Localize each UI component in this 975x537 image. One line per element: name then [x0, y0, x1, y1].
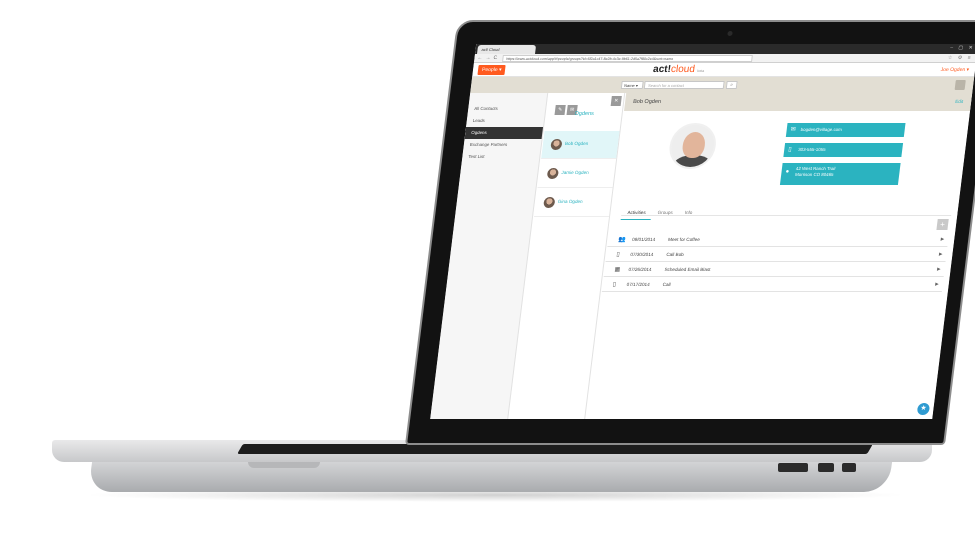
contact-name: Bob Ogden: [564, 141, 589, 146]
detail-header: ✕ Bob Ogden Edit: [610, 93, 973, 111]
address-bar: ← → C https://www.actcloud.com/app/#/peo…: [473, 54, 975, 63]
search-bar: Name ▾ Search for a contact ⌕: [470, 77, 975, 93]
user-menu[interactable]: Joe Ogden ▾: [940, 67, 969, 73]
laptop-notch: [248, 462, 320, 468]
address-card[interactable]: ● 42 West Ranch Trail Morrison CO 80465: [779, 163, 901, 185]
brand-beta: beta: [697, 69, 705, 73]
sidebar-item-ogdens[interactable]: Ogdens: [464, 127, 544, 139]
laptop-base-bottom: [87, 462, 893, 492]
table-row[interactable]: ▯ 07/30/2014 Call Bob ▸: [605, 248, 948, 262]
screen-bezel: act! Cloud – ▢ ✕ ← → C https://www.actcl…: [405, 20, 975, 445]
window-controls[interactable]: – ▢ ✕: [950, 45, 975, 51]
tab-info[interactable]: Info: [678, 206, 699, 219]
phone-icon: ▯: [615, 252, 621, 258]
sidebar-item-leads[interactable]: Leads: [466, 115, 544, 127]
address-line-2: Morrison CO 80465: [794, 172, 834, 177]
usb-port: [842, 463, 856, 472]
forward-arrow-icon[interactable]: →: [485, 55, 491, 61]
edit-button[interactable]: Edit: [955, 99, 964, 104]
email-card[interactable]: ✉ bogden@village.com: [785, 123, 906, 137]
activity-date: 07/17/2014: [626, 282, 651, 287]
tab-groups[interactable]: Groups: [651, 206, 680, 219]
people-menu-button[interactable]: People ▾: [477, 65, 507, 75]
tabs-divider: [621, 215, 952, 216]
sidebar-item-test-list[interactable]: Test List: [462, 151, 540, 163]
browser-tab[interactable]: act! Cloud: [477, 45, 537, 54]
contact-name: Jamie Ogden: [561, 170, 590, 175]
browser-toolbar-icons[interactable]: ☆ ⚙ ≡: [947, 55, 972, 61]
avatar: [543, 197, 556, 208]
email-value: bogden@village.com: [800, 127, 843, 132]
laptop-lid: act! Cloud – ▢ ✕ ← → C https://www.actcl…: [405, 20, 975, 445]
contact-detail-name: Bob Ogden: [632, 99, 662, 105]
sidebar-item-all-contacts[interactable]: All Contacts: [468, 103, 546, 115]
hdmi-port: [818, 463, 834, 472]
activity-title: Call: [662, 282, 671, 287]
screen: act! Cloud – ▢ ✕ ← → C https://www.actcl…: [430, 44, 975, 419]
brand-main: act!: [652, 64, 672, 75]
activity-title: Call Bob: [666, 252, 685, 257]
delete-icon[interactable]: ✕: [610, 96, 622, 106]
phone-icon: ▯: [787, 147, 792, 153]
activity-date: 07/26/2014: [628, 267, 652, 272]
activity-date: 08/01/2014: [631, 237, 656, 242]
avatar-head: [681, 132, 707, 158]
email-icon: ✉: [790, 127, 797, 133]
chevron-right-icon: ▸: [938, 251, 943, 258]
sidebar-item-exchange-partners[interactable]: Exchange Partners: [463, 139, 541, 151]
table-row[interactable]: ▦ 07/26/2014 Scheduled Email Blast ▸: [603, 263, 946, 277]
activity-title: Meet for Coffee: [667, 237, 701, 242]
sd-card-port: [778, 463, 808, 472]
laptop: act! Cloud – ▢ ✕ ← → C https://www.actcl…: [0, 0, 975, 537]
reload-icon[interactable]: C: [493, 55, 497, 61]
keyboard-edge: [237, 444, 873, 454]
calendar-icon: ▦: [614, 267, 621, 273]
avatar: [546, 168, 560, 179]
table-row[interactable]: 👥 08/01/2014 Meet for Coffee ▸: [607, 233, 950, 247]
brand-logo[interactable]: act!cloud beta: [652, 64, 705, 75]
contact-detail: ✕ Bob Ogden Edit ✉ bogden@village.com ▯: [586, 93, 973, 419]
search-icon[interactable]: ⌕: [725, 81, 738, 89]
url-input[interactable]: https://www.actcloud.com/app/#/people/gr…: [502, 55, 753, 62]
phone-card[interactable]: ▯ 303-555-1055: [783, 143, 904, 157]
app-header: People ▾ act!cloud beta Joe Ogden ▾: [472, 63, 975, 77]
back-arrow-icon[interactable]: ←: [477, 55, 483, 61]
search-field-select[interactable]: Name ▾: [620, 81, 644, 89]
collapse-icon[interactable]: [954, 80, 966, 90]
group-title: Ogdens: [574, 111, 595, 117]
browser-tab-bar: act! Cloud – ▢ ✕: [475, 44, 975, 54]
chevron-right-icon: ▸: [936, 266, 941, 273]
brand-cloud: cloud: [670, 64, 696, 75]
add-activity-button[interactable]: +: [936, 219, 949, 230]
list-item[interactable]: Gina Ogden: [533, 189, 613, 217]
activity-title: Scheduled Email Blast: [664, 267, 711, 272]
people-icon: 👥: [617, 237, 627, 243]
search-input[interactable]: Search for a contact: [643, 81, 725, 89]
chevron-right-icon: ▸: [934, 281, 940, 288]
chevron-right-icon: ▸: [940, 236, 945, 243]
detail-tabs: Activities Groups Info: [620, 201, 700, 220]
table-row[interactable]: ▯ 07/17/2014 Call ▸: [601, 278, 944, 292]
camera-icon: [727, 31, 733, 36]
map-pin-icon: ●: [785, 169, 790, 175]
tab-activities[interactable]: Activities: [620, 206, 653, 220]
phone-icon: ▯: [612, 282, 617, 288]
avatar: [550, 139, 563, 150]
list-item[interactable]: Bob Ogden: [541, 131, 620, 159]
phone-value: 303-555-1055: [797, 147, 826, 152]
activity-date: 07/30/2014: [630, 252, 654, 257]
contact-name: Gina Ogden: [557, 199, 583, 204]
list-item[interactable]: Jamie Ogden: [537, 160, 616, 188]
avatar: [666, 123, 719, 169]
help-icon[interactable]: ★: [916, 403, 931, 415]
